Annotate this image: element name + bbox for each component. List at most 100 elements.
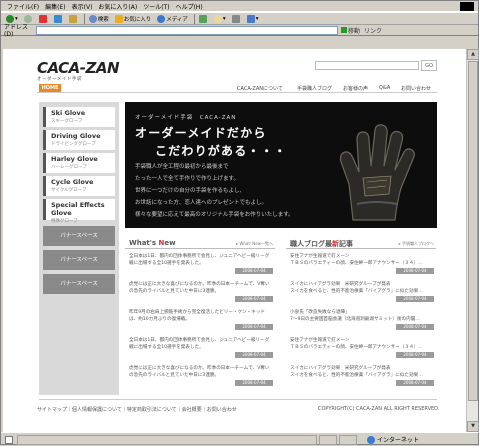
sidebar-item-title: Cycle Glove	[51, 178, 94, 186]
site-search-button[interactable]: GO	[421, 60, 437, 71]
sidebar-item-ski-glove[interactable]: Ski Glove スキーグローブ	[43, 107, 115, 127]
news-item[interactable]: 全日本は1日、都内の団体事務所で会見し、ジュニアヘビー級リーグ戦に出場する全10…	[129, 253, 273, 274]
browser-window: ファイル(F) 編集(E) 表示(V) お気に入り(A) ツール(T) ヘルプ(…	[0, 0, 479, 445]
address-input[interactable]	[36, 25, 338, 35]
status-bar: インターネット	[1, 432, 479, 446]
whats-new-panel: What's New ▸ What' New一覧へ 全日本は1日、都内の団体事務…	[125, 236, 275, 393]
favorites-button[interactable]: お気に入り	[113, 13, 154, 24]
nav-voice[interactable]: お客様の声	[343, 85, 368, 92]
menu-help[interactable]: ヘルプ(H)	[173, 2, 206, 11]
nav-contact[interactable]: お問い合わせ	[401, 85, 431, 92]
go-button-label: 移動	[348, 27, 361, 35]
nav-blog[interactable]: 手袋職人ブログ	[297, 85, 332, 92]
news-item[interactable]: 虎党には正に大きな喜びになるのか。昨季の日本一チームで、V奪いの急先のライバルと…	[129, 365, 273, 386]
edit-button[interactable]: ▾	[245, 13, 261, 24]
hero-body-1: 手袋職人が全工程の最初から最後まで	[135, 164, 229, 170]
hero-headline-line2: こだわりがある・・・	[155, 144, 288, 158]
site-search-input[interactable]	[315, 61, 419, 70]
refresh-icon	[53, 14, 62, 23]
hero-body-5: 様々な要望に応えて最高のオリジナル手袋をお作りいたします。	[135, 212, 294, 218]
blog-panel: 職人ブログ最新記事 ▸ 手袋職人ブログへ 安住アナが生報道で釘メーン ＴＢＳのバ…	[286, 236, 436, 393]
menu-file[interactable]: ファイル(F)	[4, 2, 42, 11]
mail-button[interactable]: ▾	[212, 13, 228, 24]
blog-item[interactable]: 安住アナが生報道で釘メーン ＴＢＳのバラエティーの顔、安住紳一郎アナウンサー（３…	[290, 253, 434, 274]
page-icon	[5, 435, 13, 444]
sidebar-item-subtitle: スキーグローブ	[51, 119, 83, 124]
blog-item-date: 2008-07-04	[396, 352, 434, 358]
refresh-button[interactable]	[52, 13, 65, 24]
glove-image	[339, 124, 415, 221]
media-icon	[157, 14, 166, 23]
blog-item-date: 2008-07-04	[396, 268, 434, 274]
news-item[interactable]: 昨年9月の右肩上腕筋手術から完全復活したビリー・ケン・キッドは、約10カ月ぶりの…	[129, 309, 273, 330]
blog-more-link[interactable]: ▸ 手袋職人ブログへ	[399, 241, 434, 247]
sidebar: Ski Glove スキーグローブ Driving Glove ドライビンググロ…	[39, 102, 119, 395]
sidebar-item-harley-glove[interactable]: Harley Glove ハーレーグローブ	[43, 153, 115, 173]
menu-view[interactable]: 表示(V)	[69, 2, 96, 11]
blog-item[interactable]: スイカにハイアグラ効果 米研究グループが発表 スイカを食べると、性的不能治療薬「…	[290, 365, 434, 386]
sidebar-item-driving-glove[interactable]: Driving Glove ドライビンググローブ	[43, 130, 115, 150]
news-item-text: 全日本は1日、都内の団体事務所で会見し、ジュニアヘビー級リーグ戦に出場する全10…	[129, 338, 270, 350]
windows-logo-icon	[460, 2, 474, 11]
search-button[interactable]: 検索	[87, 13, 111, 24]
home-button[interactable]	[67, 13, 80, 24]
menu-favorites[interactable]: お気に入り(A)	[95, 2, 140, 11]
nav-home[interactable]: HOME	[39, 84, 61, 92]
news-item-text: 虎党には正に大きな喜びになるのか。昨季の日本一チームで、V奪いの急先のライバルと…	[129, 366, 270, 378]
media-button[interactable]: メディア	[155, 13, 190, 24]
nav-about[interactable]: CACA-ZANについて	[237, 85, 283, 92]
nav-qa[interactable]: Q&A	[379, 85, 390, 91]
news-item-date: 2008-07-04	[235, 352, 273, 358]
blog-item[interactable]: スイカにハイアグラ効果 米研究グループが発表 スイカを食べると、性的不能治療薬「…	[290, 281, 434, 302]
news-item[interactable]: 虎党には正に大きな喜びになるのか。昨季の日本一チームで、V奪いの急先のライバルと…	[129, 281, 273, 302]
scroll-down-arrow-icon[interactable]: ▼	[467, 421, 479, 432]
banner-space-2[interactable]: バナースペース	[43, 250, 115, 270]
status-text-cell	[17, 434, 317, 445]
footer-copyright: COPYRIGHT(C) CACA-ZAN ALL RIGHT RESERVED…	[318, 406, 440, 412]
site-logo[interactable]: CACA-ZAN オーダーメイド手袋	[37, 59, 120, 82]
hero-body-2: たった一人で全て手作りで作り上げます。	[135, 176, 239, 182]
media-button-label: メディア	[166, 16, 188, 23]
scroll-thumb[interactable]	[468, 61, 478, 401]
stop-button[interactable]	[37, 13, 50, 24]
banner-space-1[interactable]: バナースペース	[43, 226, 115, 246]
sidebar-item-subtitle: サイクルグローブ	[51, 188, 87, 193]
vertical-scrollbar[interactable]: ▲ ▼	[466, 49, 479, 432]
blog-item-text: スイカにハイアグラ効果 米研究グループが発表 スイカを食べると、性的不能治療薬「…	[290, 282, 423, 294]
sidebar-item-title: Ski Glove	[51, 109, 86, 117]
news-item[interactable]: 全日本は1日、都内の団体事務所で会見し、ジュニアヘビー級リーグ戦に出場する全10…	[129, 337, 273, 358]
menu-tools[interactable]: ツール(T)	[140, 2, 172, 11]
whats-new-more-link[interactable]: ▸ What' New一覧へ	[236, 241, 273, 247]
blog-item-text: 小泉氏「改造失敗なら退陣」 7～9日の主要国首脳会議（北海道洞爺湖サミット）後の…	[290, 310, 420, 322]
blog-title: 職人ブログ最新記事	[290, 239, 353, 249]
print-button[interactable]	[230, 13, 243, 24]
sidebar-item-subtitle: ハーレーグローブ	[51, 165, 87, 170]
whats-new-header: What's New ▸ What' New一覧へ	[125, 236, 275, 249]
sidebar-item-special-effects-glove[interactable]: Special Effects Glove 特殊グローブ	[43, 199, 115, 224]
blog-item[interactable]: 小泉氏「改造失敗なら退陣」 7～9日の主要国首脳会議（北海道洞爺湖サミット）後の…	[290, 309, 434, 330]
banner-space-3[interactable]: バナースペース	[43, 274, 115, 294]
menu-bar: ファイル(F) 編集(E) 表示(V) お気に入り(A) ツール(T) ヘルプ(…	[1, 1, 478, 12]
blog-header: 職人ブログ最新記事 ▸ 手袋職人ブログへ	[286, 236, 436, 249]
toolbar-divider	[83, 13, 85, 24]
sidebar-item-cycle-glove[interactable]: Cycle Glove サイクルグローブ	[43, 176, 115, 196]
sidebar-item-title: Driving Glove	[51, 132, 101, 140]
security-zone: インターネット	[367, 435, 419, 444]
hero-banner: オーダーメイド手袋 CACA-ZAN オーダーメイドだから こだわりがある・・・…	[125, 102, 437, 228]
blog-item[interactable]: 安住アナが生報道で釘メーン ＴＢＳのバラエティーの顔、安住紳一郎アナウンサー（３…	[290, 337, 434, 358]
scroll-up-arrow-icon[interactable]: ▲	[467, 49, 479, 60]
whats-new-title: What's New	[129, 239, 176, 247]
toolbar: ▾ 検索 お気に入り メディア ▾ ▾	[1, 12, 478, 25]
blog-item-date: 2008-07-04	[396, 324, 434, 330]
favorites-button-label: お気に入り	[123, 16, 152, 23]
menu-edit[interactable]: 編集(E)	[42, 2, 68, 11]
blog-item-date: 2008-07-04	[396, 296, 434, 302]
go-button[interactable]: 移動	[341, 26, 360, 35]
history-button[interactable]	[197, 13, 210, 24]
go-arrow-icon	[341, 27, 347, 33]
status-cell	[339, 434, 357, 445]
footer-links[interactable]: サイトマップ｜個人情報保護について｜特定商取引法について｜会社概要｜お問い合わせ	[37, 406, 237, 413]
blog-item-text: スイカにハイアグラ効果 米研究グループが発表 スイカを食べると、性的不能治療薬「…	[290, 366, 423, 378]
links-button[interactable]: リンク	[364, 26, 382, 35]
hero-body-4: お世話になった方、恋人達へのプレゼントでもよし。	[135, 200, 268, 206]
